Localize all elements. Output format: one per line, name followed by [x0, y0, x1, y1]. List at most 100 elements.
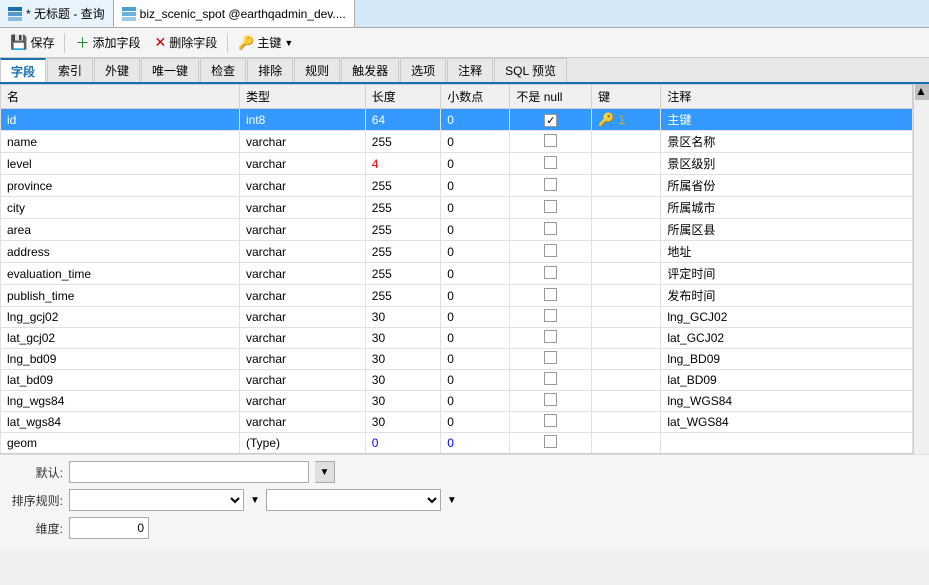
- cell-length: 30: [365, 307, 440, 328]
- notnull-checkbox[interactable]: [544, 288, 557, 301]
- notnull-checkbox[interactable]: [544, 178, 557, 191]
- table-row[interactable]: publish_linkvarchar2550发布链接: [1, 454, 913, 455]
- tab-comments[interactable]: 注释: [447, 58, 493, 82]
- cell-notnull[interactable]: [510, 328, 592, 349]
- default-dropdown-arrow[interactable]: ▼: [315, 461, 335, 483]
- cell-notnull[interactable]: [510, 454, 592, 455]
- table-row[interactable]: lng_bd09varchar300lng_BD09: [1, 349, 913, 370]
- tab-fields[interactable]: 字段: [0, 58, 46, 82]
- notnull-checkbox[interactable]: [544, 351, 557, 364]
- cell-decimal: 0: [441, 219, 510, 241]
- scrollbar[interactable]: ▲: [913, 84, 929, 454]
- tab-sqlpreview[interactable]: SQL 预览: [494, 58, 567, 82]
- cell-decimal: 0: [441, 328, 510, 349]
- table-row[interactable]: namevarchar2550景区名称: [1, 131, 913, 153]
- table-row[interactable]: areavarchar2550所属区县: [1, 219, 913, 241]
- notnull-checkbox[interactable]: [544, 309, 557, 322]
- cell-comment: lng_BD09: [661, 349, 913, 370]
- notnull-checkbox[interactable]: ✓: [544, 114, 557, 127]
- notnull-checkbox[interactable]: [544, 414, 557, 427]
- cell-notnull[interactable]: [510, 391, 592, 412]
- col-type: 类型: [240, 85, 366, 109]
- notnull-checkbox[interactable]: [544, 393, 557, 406]
- sort-dropdown1-arrow[interactable]: ▼: [250, 495, 260, 506]
- table-row[interactable]: evaluation_timevarchar2550评定时间: [1, 263, 913, 285]
- cell-decimal: 0: [441, 153, 510, 175]
- table-row[interactable]: lat_wgs84varchar300lat_WGS84: [1, 412, 913, 433]
- tab-index[interactable]: 索引: [47, 58, 93, 82]
- cell-notnull[interactable]: [510, 307, 592, 328]
- cell-decimal: 0: [441, 109, 510, 131]
- notnull-checkbox[interactable]: [544, 134, 557, 147]
- table-row[interactable]: lat_gcj02varchar300lat_GCJ02: [1, 328, 913, 349]
- cell-notnull[interactable]: [510, 412, 592, 433]
- cell-decimal: 0: [441, 412, 510, 433]
- cell-length: 30: [365, 349, 440, 370]
- sort-select1[interactable]: [69, 489, 244, 511]
- tab-bizscenic[interactable]: biz_scenic_spot @earthqadmin_dev....: [114, 0, 355, 27]
- table-row[interactable]: geom(Type)00: [1, 433, 913, 454]
- tab-check[interactable]: 检查: [200, 58, 246, 82]
- tab-unique[interactable]: 唯一键: [141, 58, 199, 82]
- cell-notnull[interactable]: [510, 370, 592, 391]
- notnull-checkbox[interactable]: [544, 244, 557, 257]
- tab-foreign[interactable]: 外键: [94, 58, 140, 82]
- sort-select2[interactable]: [266, 489, 441, 511]
- notnull-checkbox[interactable]: [544, 156, 557, 169]
- notnull-checkbox[interactable]: [544, 372, 557, 385]
- table-row[interactable]: lng_gcj02varchar300lng_GCJ02: [1, 307, 913, 328]
- sep1: [64, 33, 65, 53]
- table-row[interactable]: idint8640✓🔑 1主键: [1, 109, 913, 131]
- scroll-up[interactable]: ▲: [915, 84, 929, 100]
- table-row[interactable]: levelvarchar40景区级别: [1, 153, 913, 175]
- dimension-input[interactable]: [69, 517, 149, 539]
- tab-options[interactable]: 选项: [400, 58, 446, 82]
- add-field-button[interactable]: ＋ 添加字段: [69, 31, 146, 55]
- notnull-checkbox[interactable]: [544, 200, 557, 213]
- cell-notnull[interactable]: ✓: [510, 109, 592, 131]
- notnull-checkbox[interactable]: [544, 330, 557, 343]
- cell-notnull[interactable]: [510, 131, 592, 153]
- primary-key-button[interactable]: 🔑 主键 ▼: [232, 32, 299, 53]
- cell-type: varchar: [240, 328, 366, 349]
- cell-name: lat_wgs84: [1, 412, 240, 433]
- table-row[interactable]: publish_timevarchar2550发布时间: [1, 285, 913, 307]
- cell-notnull[interactable]: [510, 241, 592, 263]
- cell-notnull[interactable]: [510, 197, 592, 219]
- cell-type: varchar: [240, 131, 366, 153]
- cell-key: [592, 219, 661, 241]
- cell-notnull[interactable]: [510, 175, 592, 197]
- cell-key: [592, 454, 661, 455]
- cell-notnull[interactable]: [510, 433, 592, 454]
- table-row[interactable]: lat_bd09varchar300lat_BD09: [1, 370, 913, 391]
- cell-notnull[interactable]: [510, 219, 592, 241]
- delete-field-button[interactable]: ✕ 删除字段: [148, 32, 223, 53]
- notnull-checkbox[interactable]: [544, 266, 557, 279]
- cell-type: varchar: [240, 307, 366, 328]
- cell-decimal: 0: [441, 391, 510, 412]
- table-row[interactable]: lng_wgs84varchar300lng_WGS84: [1, 391, 913, 412]
- cell-notnull[interactable]: [510, 285, 592, 307]
- cell-length: 4: [365, 153, 440, 175]
- tab-untitled[interactable]: * 无标题 - 查询: [0, 0, 114, 27]
- notnull-checkbox[interactable]: [544, 222, 557, 235]
- sort-dropdown2-arrow[interactable]: ▼: [447, 495, 457, 506]
- notnull-checkbox[interactable]: [544, 435, 557, 448]
- default-row: 默认: ▼: [8, 461, 921, 483]
- tab-rules[interactable]: 规则: [294, 58, 340, 82]
- cell-notnull[interactable]: [510, 349, 592, 370]
- cell-key: [592, 391, 661, 412]
- table-row[interactable]: addressvarchar2550地址: [1, 241, 913, 263]
- tab-exclude[interactable]: 排除: [247, 58, 293, 82]
- tab-triggers[interactable]: 触发器: [341, 58, 399, 82]
- default-input[interactable]: [69, 461, 309, 483]
- save-button[interactable]: 💾 保存: [4, 32, 60, 53]
- tabs-row: 字段 索引 外键 唯一键 检查 排除 规则 触发器 选项 注释 SQL 预览: [0, 58, 929, 84]
- table-row[interactable]: provincevarchar2550所属省份: [1, 175, 913, 197]
- cell-notnull[interactable]: [510, 263, 592, 285]
- col-length: 长度: [365, 85, 440, 109]
- cell-name: province: [1, 175, 240, 197]
- cell-comment: lat_GCJ02: [661, 328, 913, 349]
- cell-notnull[interactable]: [510, 153, 592, 175]
- table-row[interactable]: cityvarchar2550所属城市: [1, 197, 913, 219]
